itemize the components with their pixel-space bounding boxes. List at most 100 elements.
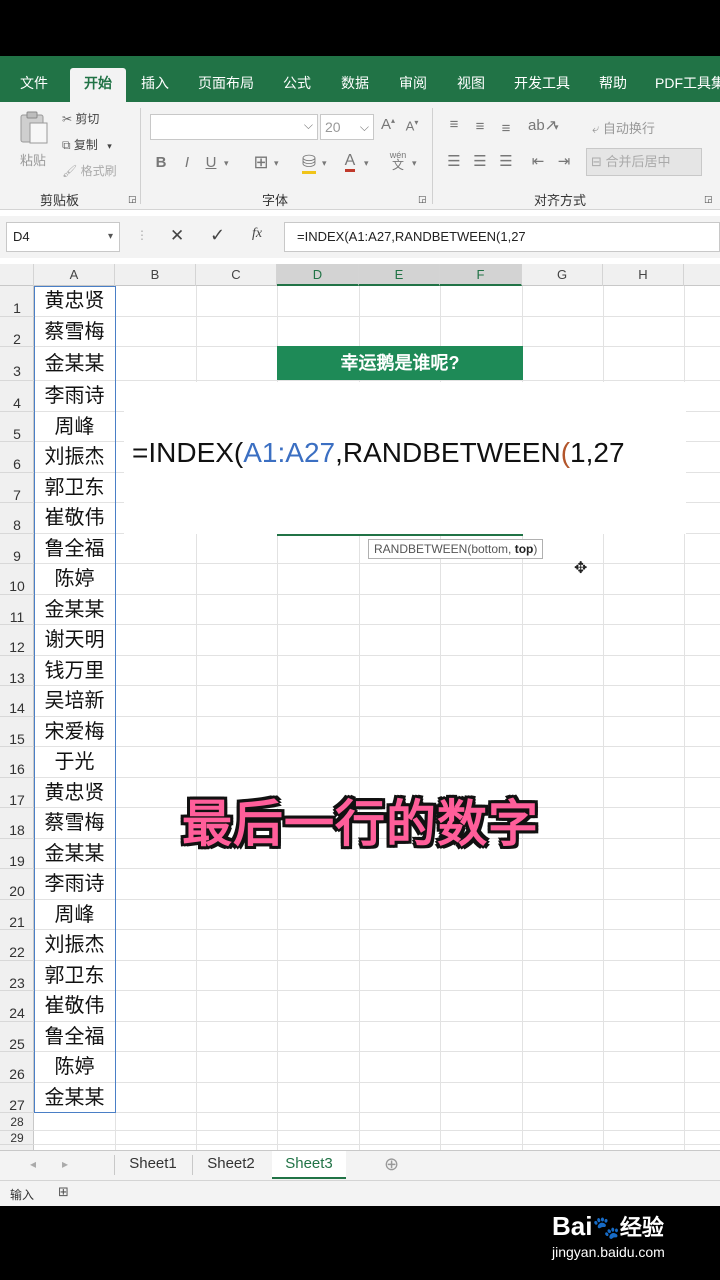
column-header-d[interactable]: D — [277, 264, 359, 286]
fill-color-button[interactable]: ⛁ — [298, 152, 320, 174]
row-header[interactable]: 17 — [0, 778, 34, 808]
tab-formulas[interactable]: 公式 — [274, 68, 320, 102]
row-header[interactable]: 7 — [0, 473, 34, 503]
scroll-right-icon[interactable]: ▸ — [62, 1157, 68, 1171]
column-header-h[interactable]: H — [603, 264, 684, 286]
row-header[interactable]: 10 — [0, 564, 34, 595]
italic-button[interactable]: I — [178, 154, 196, 171]
align-left-icon[interactable]: ☰ — [444, 152, 464, 170]
phonetic-guide-button[interactable]: wén 文 — [386, 150, 410, 171]
bold-button[interactable]: B — [152, 154, 170, 171]
row-header[interactable]: 23 — [0, 961, 34, 991]
active-cell-editor[interactable]: =INDEX(A1:A27,RANDBETWEEN(1,27 — [124, 382, 686, 534]
paste-button[interactable]: 粘贴 — [14, 110, 54, 170]
row-header[interactable]: 9 — [0, 534, 34, 564]
column-header-b[interactable]: B — [115, 264, 196, 286]
row-header[interactable]: 29 — [0, 1131, 34, 1145]
row-header[interactable]: 12 — [0, 625, 34, 656]
chevron-down-icon[interactable]: ▾ — [322, 158, 327, 169]
increase-indent-icon[interactable]: ⇥ — [554, 152, 574, 170]
underline-button[interactable]: U — [202, 154, 220, 171]
row-header[interactable]: 13 — [0, 656, 34, 686]
row-header[interactable]: 8 — [0, 503, 34, 534]
row-header[interactable]: 14 — [0, 686, 34, 717]
copy-button[interactable]: ⧉ 复制 ▾ — [62, 136, 112, 153]
column-header-f[interactable]: F — [440, 264, 522, 286]
font-name-select[interactable]: ⌵ — [150, 114, 318, 140]
cancel-button[interactable]: ✕ — [170, 226, 184, 246]
tab-developer[interactable]: 开发工具 — [506, 68, 578, 102]
align-top-icon[interactable]: ≡ — [444, 116, 464, 133]
align-right-icon[interactable]: ☰ — [496, 152, 516, 170]
tab-home[interactable]: 开始 — [70, 68, 126, 102]
row-header[interactable]: 1 — [0, 286, 34, 317]
row-header[interactable]: 4 — [0, 381, 34, 412]
row-header[interactable]: 21 — [0, 900, 34, 930]
wrap-text-button[interactable]: ⤶ 自动换行 — [592, 118, 655, 137]
row-header[interactable]: 6 — [0, 442, 34, 473]
add-sheet-button[interactable]: ⊕ — [384, 1154, 399, 1175]
tab-file[interactable]: 文件 — [6, 68, 62, 102]
font-color-button[interactable]: A — [340, 152, 360, 172]
enter-button[interactable]: ✓ — [210, 225, 225, 246]
chevron-down-icon[interactable]: ▾ — [274, 158, 279, 169]
font-size-select[interactable]: 20 ⌵ — [320, 114, 374, 140]
column-header-c[interactable]: C — [196, 264, 277, 286]
banner-title[interactable]: 幸运鹅是谁呢? — [277, 346, 523, 380]
merge-center-button[interactable]: ⊟ 合并后居中 — [586, 148, 702, 176]
row-header[interactable]: 20 — [0, 869, 34, 900]
worksheet-grid[interactable]: 黄忠贤 蔡雪梅 金某某 李雨诗 周峰 刘振杰 郭卫东 崔敬伟 鲁全福 陈婷 金某某 谢天明 钱万里 吴培新… — [34, 286, 720, 1150]
tab-pdf-tools[interactable]: PDF工具集 — [650, 68, 720, 102]
chevron-down-icon[interactable]: ▾ — [412, 158, 417, 169]
row-header[interactable]: 22 — [0, 930, 34, 961]
align-middle-icon[interactable]: ≡ — [470, 118, 490, 135]
row-header[interactable]: 19 — [0, 839, 34, 869]
chevron-down-icon[interactable]: ▾ — [364, 158, 369, 169]
dialog-launcher-icon[interactable]: ◲ — [704, 194, 713, 205]
tab-data[interactable]: 数据 — [332, 68, 378, 102]
column-header-g[interactable]: G — [522, 264, 603, 286]
orientation-icon[interactable]: ab↗ — [528, 116, 557, 134]
insert-function-button[interactable]: fx — [252, 226, 262, 242]
sheet-tab-sheet1[interactable]: Sheet1 — [116, 1151, 190, 1179]
row-header[interactable]: 5 — [0, 412, 34, 442]
scroll-left-icon[interactable]: ◂ — [30, 1157, 36, 1171]
tab-page-layout[interactable]: 页面布局 — [190, 68, 262, 102]
chevron-down-icon[interactable]: ▾ — [224, 158, 229, 169]
sheet-tab-sheet3[interactable]: Sheet3 — [272, 1151, 346, 1179]
row-header[interactable]: 15 — [0, 717, 34, 747]
border-button[interactable]: ⊞ — [250, 152, 272, 173]
row-header[interactable]: 24 — [0, 991, 34, 1022]
row-header[interactable]: 28 — [0, 1113, 34, 1131]
row-header[interactable]: 26 — [0, 1052, 34, 1083]
function-tooltip[interactable]: RANDBETWEEN(bottom, top) — [368, 539, 544, 559]
cut-button[interactable]: ✂ 剪切 — [62, 110, 99, 127]
row-header[interactable]: 18 — [0, 808, 34, 839]
row-header[interactable]: 27 — [0, 1083, 34, 1113]
column-header-a[interactable]: A — [34, 264, 115, 286]
chevron-down-icon[interactable]: ▾ — [554, 122, 559, 133]
format-painter-button[interactable]: 🖌 格式刷 — [62, 162, 117, 179]
name-box[interactable]: D4 ▾ — [6, 222, 120, 252]
accessibility-icon[interactable]: ⊞ — [58, 1184, 69, 1200]
row-header[interactable]: 2 — [0, 317, 34, 347]
formula-input[interactable]: =INDEX(A1:A27,RANDBETWEEN(1,27 — [284, 222, 720, 252]
shrink-font-button[interactable]: A▾ — [402, 118, 422, 133]
row-header[interactable]: 16 — [0, 747, 34, 778]
dialog-launcher-icon[interactable]: ◲ — [418, 194, 427, 205]
column-header-e[interactable]: E — [359, 264, 440, 286]
tab-insert[interactable]: 插入 — [130, 68, 180, 102]
tab-help[interactable]: 帮助 — [590, 68, 636, 102]
select-all-corner[interactable] — [0, 264, 34, 286]
decrease-indent-icon[interactable]: ⇤ — [528, 152, 548, 170]
sheet-tab-sheet2[interactable]: Sheet2 — [194, 1151, 268, 1179]
align-center-icon[interactable]: ☰ — [470, 152, 490, 170]
dialog-launcher-icon[interactable]: ◲ — [128, 194, 137, 205]
align-bottom-icon[interactable]: ≡ — [496, 120, 516, 137]
row-header[interactable]: 3 — [0, 347, 34, 381]
row-header[interactable]: 11 — [0, 595, 34, 625]
tab-review[interactable]: 审阅 — [390, 68, 436, 102]
row-header[interactable]: 25 — [0, 1022, 34, 1052]
grow-font-button[interactable]: A▴ — [378, 116, 398, 133]
tab-view[interactable]: 视图 — [448, 68, 494, 102]
